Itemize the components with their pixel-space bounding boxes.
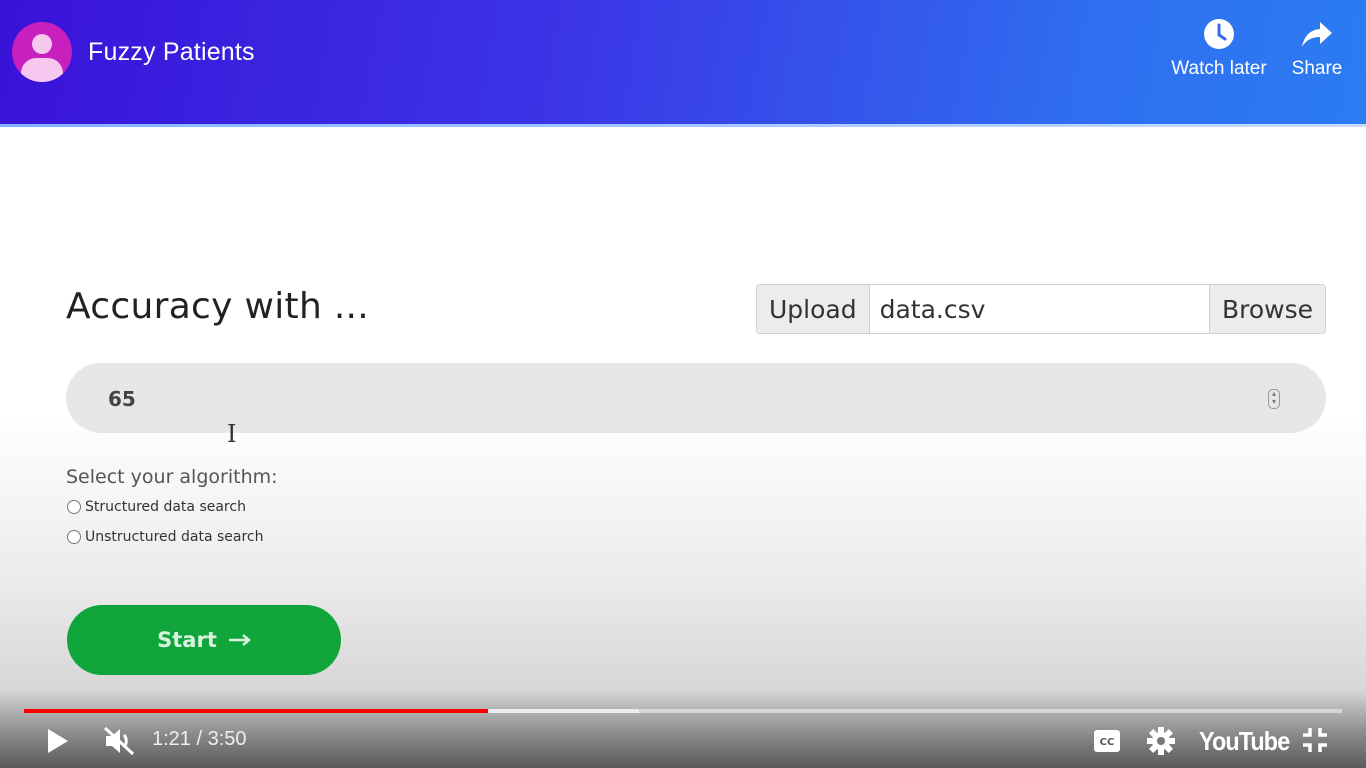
clock-icon: [1204, 19, 1234, 49]
file-name-field[interactable]: data.csv: [870, 285, 1209, 333]
settings-icon[interactable]: [1147, 727, 1175, 755]
avatar-head: [32, 34, 52, 54]
avatar-body: [21, 58, 63, 82]
youtube-logo[interactable]: YouTube: [1199, 726, 1290, 757]
radio-circle-icon[interactable]: [67, 500, 81, 514]
time-display: 1:21 / 3:50: [152, 728, 247, 750]
algorithm-label: Select your algorithm:: [66, 466, 278, 488]
play-icon[interactable]: [46, 727, 70, 755]
accuracy-number-input[interactable]: 65 ▴ ▾: [66, 363, 1326, 433]
channel-avatar[interactable]: [12, 22, 72, 82]
radio-structured[interactable]: Structured data search: [67, 499, 246, 515]
watch-later-label: Watch later: [1171, 58, 1267, 79]
arrow-right-icon: [228, 634, 251, 646]
muted-icon[interactable]: [103, 726, 135, 756]
exit-fullscreen-icon[interactable]: [1302, 727, 1328, 753]
upload-button[interactable]: Upload: [757, 285, 870, 333]
text-cursor-icon: I: [227, 420, 237, 448]
start-button[interactable]: Start: [67, 605, 341, 675]
start-label: Start: [157, 628, 217, 652]
watch-later-button[interactable]: Watch later: [1168, 18, 1270, 80]
progress-bar[interactable]: [24, 709, 1342, 713]
captions-icon[interactable]: CC: [1093, 729, 1121, 753]
page-heading: Accuracy with ...: [66, 286, 370, 327]
radio-label: Structured data search: [85, 499, 246, 515]
share-arrow-icon: [1302, 22, 1332, 47]
number-spinner-icon[interactable]: ▴ ▾: [1268, 389, 1280, 409]
svg-text:CC: CC: [1100, 737, 1115, 748]
radio-circle-icon[interactable]: [67, 530, 81, 544]
file-upload-group: Upload data.csv Browse: [756, 284, 1326, 334]
video-title[interactable]: Fuzzy Patients: [88, 38, 255, 67]
radio-label: Unstructured data search: [85, 529, 264, 545]
share-label: Share: [1291, 58, 1343, 79]
browse-button[interactable]: Browse: [1208, 285, 1325, 333]
radio-unstructured[interactable]: Unstructured data search: [67, 529, 263, 545]
played-progress: [24, 709, 489, 713]
share-button[interactable]: Share: [1288, 18, 1346, 80]
accuracy-value: 65: [108, 387, 136, 411]
